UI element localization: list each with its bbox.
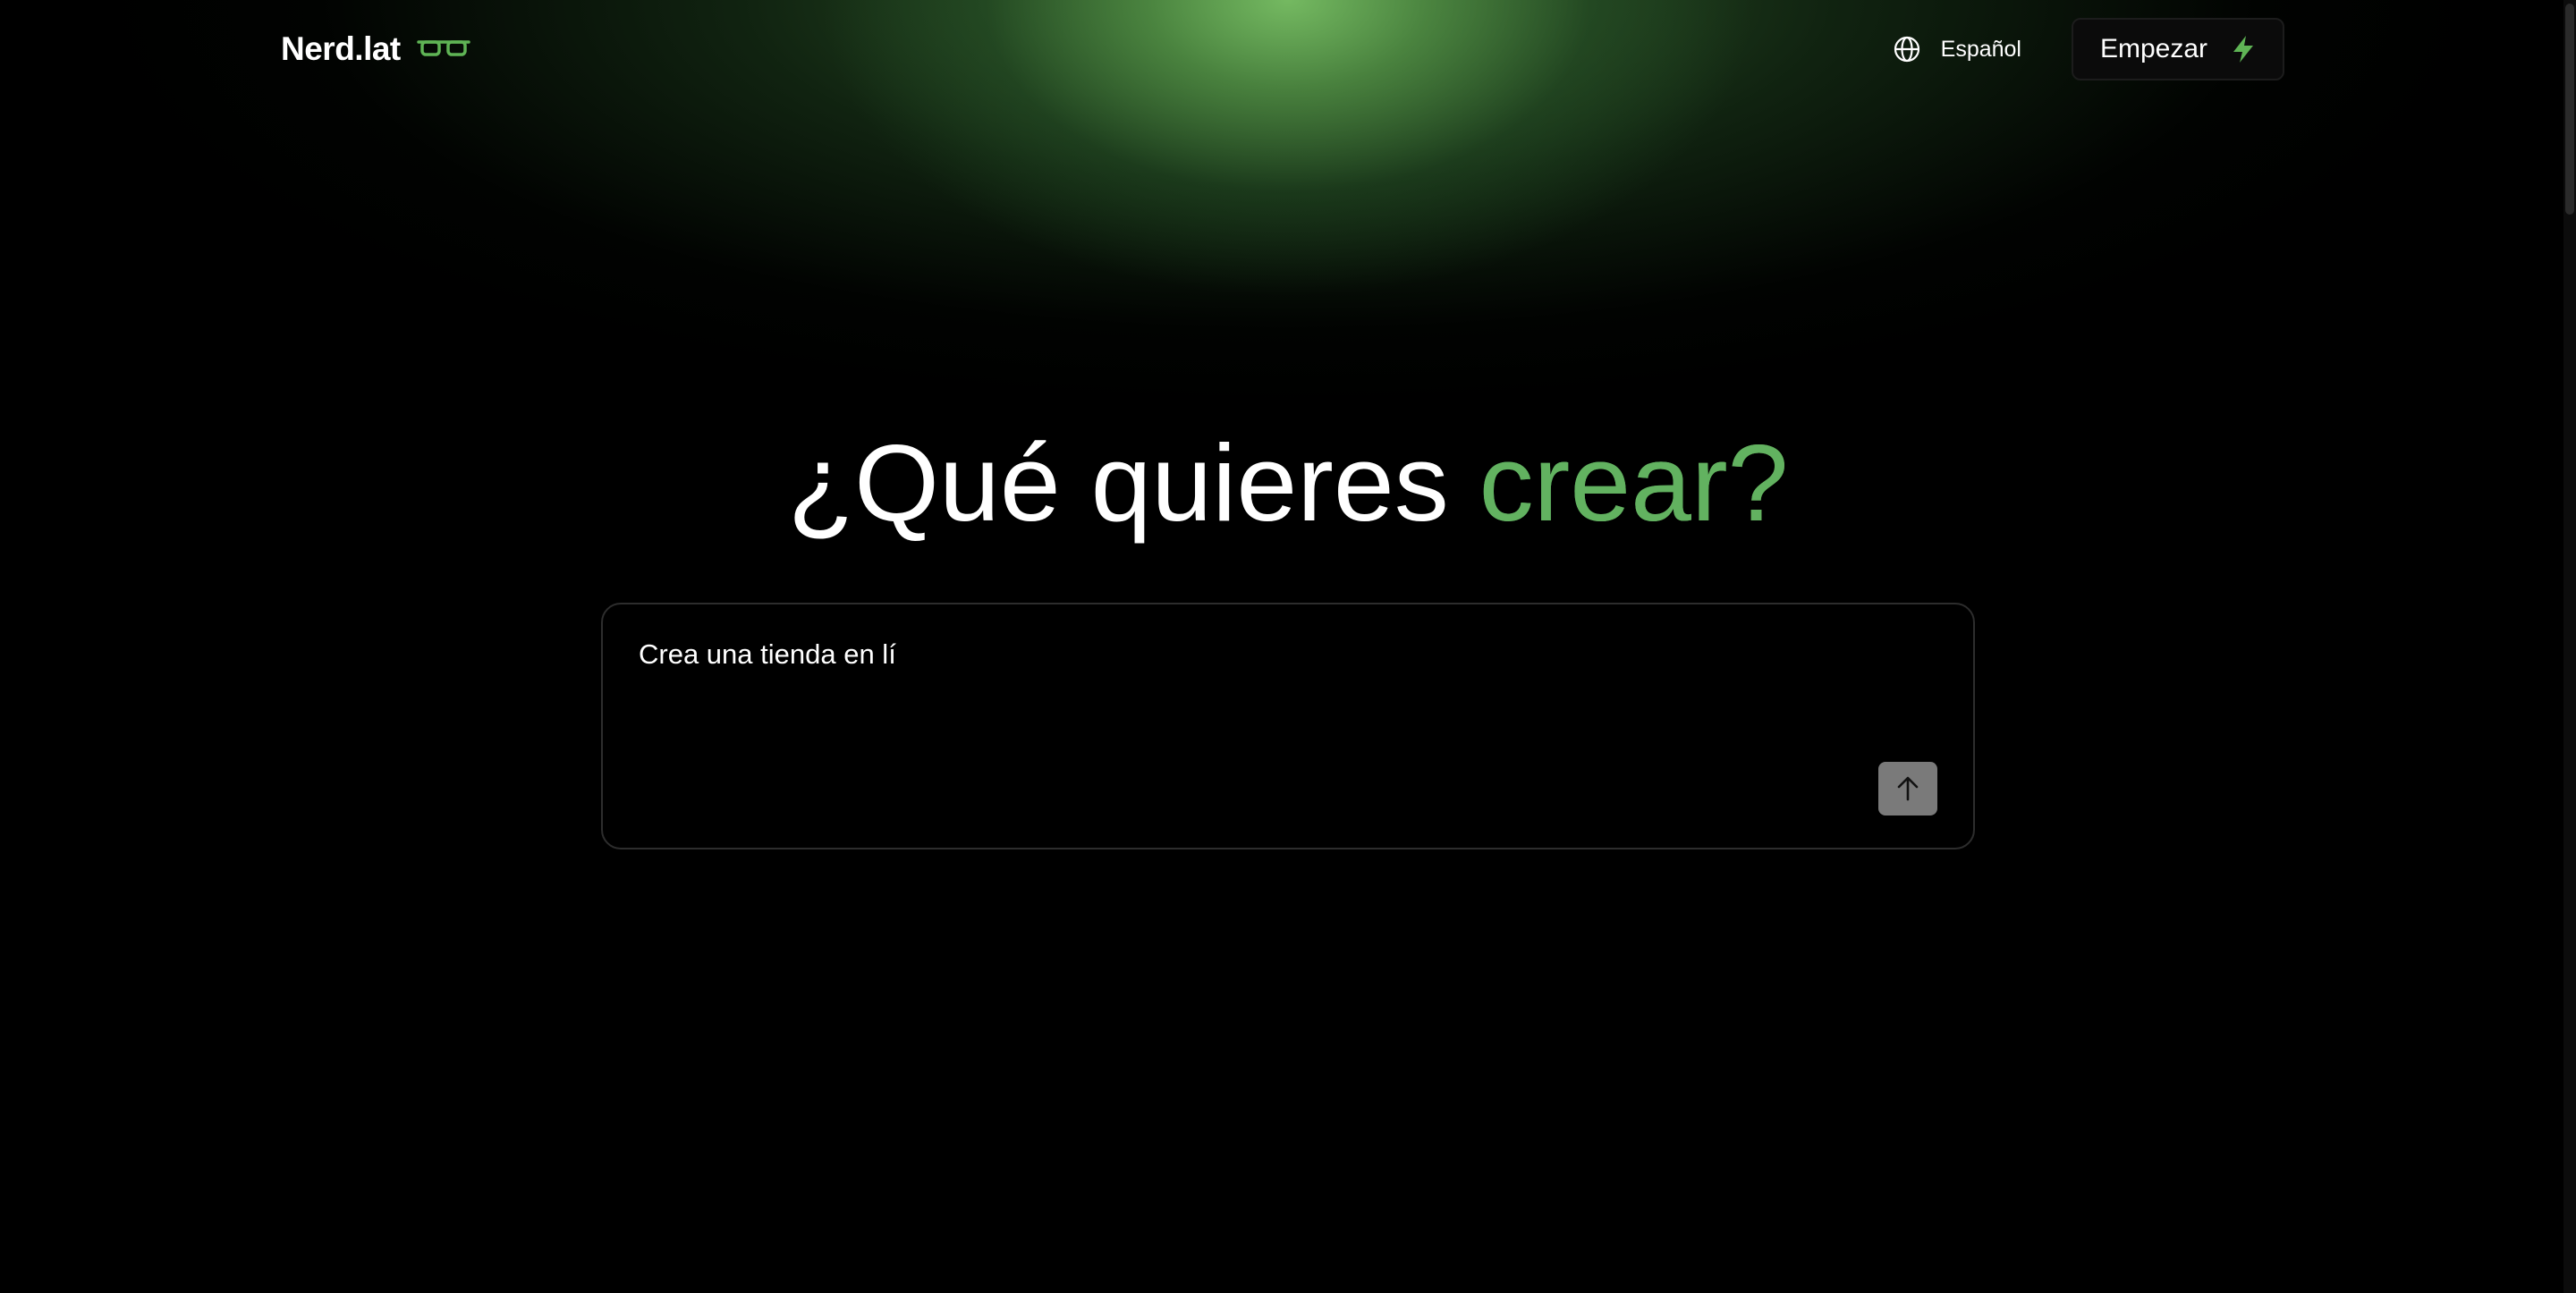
language-selector[interactable]: Español xyxy=(1893,35,2021,63)
nav-actions: Español Empezar xyxy=(1893,18,2284,80)
arrow-up-icon xyxy=(1896,776,1919,801)
brand-logo-link[interactable]: Nerd.lat xyxy=(281,18,470,80)
hero-title-main: ¿Qué quieres xyxy=(787,422,1449,544)
brand-name: Nerd.lat xyxy=(281,30,401,67)
hero-title-accent: crear? xyxy=(1479,422,1789,544)
globe-icon xyxy=(1893,35,1921,63)
prompt-input[interactable]: Crea una tienda en lí xyxy=(639,638,1801,808)
start-button[interactable]: Empezar xyxy=(2072,18,2284,80)
send-button[interactable] xyxy=(1878,762,1937,816)
start-button-label: Empezar xyxy=(2099,34,2208,63)
top-nav: Nerd.lat Español Empezar xyxy=(281,18,2284,80)
page: Nerd.lat Español Empezar ¿Qué quieres cr… xyxy=(0,0,2576,1293)
hero-title: ¿Qué quieres crear? xyxy=(0,420,2576,545)
scrollbar-thumb[interactable] xyxy=(2565,4,2574,215)
language-label: Español xyxy=(1940,36,2021,62)
glasses-icon xyxy=(417,36,470,63)
scrollbar[interactable] xyxy=(2563,0,2576,1293)
prompt-box: Crea una tienda en lí xyxy=(601,603,1975,849)
lightning-bolt-icon xyxy=(2231,35,2256,63)
